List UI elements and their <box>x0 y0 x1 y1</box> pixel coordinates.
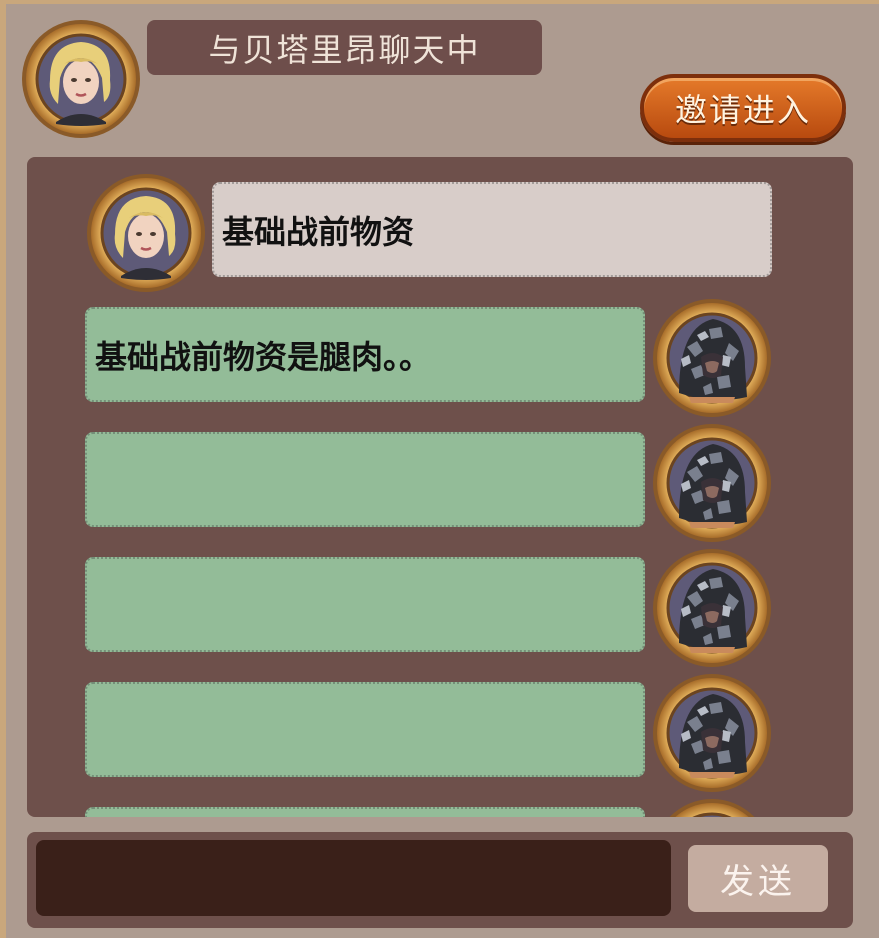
message-bubble <box>85 682 645 777</box>
player-avatar-icon <box>651 297 773 419</box>
message-bubble: 基础战前物资是腿肉。。 <box>85 307 645 402</box>
message-bubble <box>85 807 645 817</box>
npc-avatar-icon <box>20 18 142 140</box>
player-avatar-icon <box>651 547 773 669</box>
npc-avatar-icon <box>85 172 207 294</box>
player-avatar-icon <box>651 672 773 794</box>
invite-button[interactable]: 邀请进入 <box>640 74 846 142</box>
message-bubble <box>85 557 645 652</box>
message-bubble: 基础战前物资 <box>212 182 772 277</box>
player-avatar-icon <box>651 422 773 544</box>
player-avatar-icon <box>651 797 773 817</box>
message-list[interactable]: 基础战前物资 基础战前物资是腿肉。。 <box>27 157 853 817</box>
chat-title: 与贝塔里昂聊天中 <box>147 20 542 75</box>
message-bubble <box>85 432 645 527</box>
send-button[interactable]: 发送 <box>688 845 828 912</box>
message-input[interactable] <box>36 840 671 916</box>
